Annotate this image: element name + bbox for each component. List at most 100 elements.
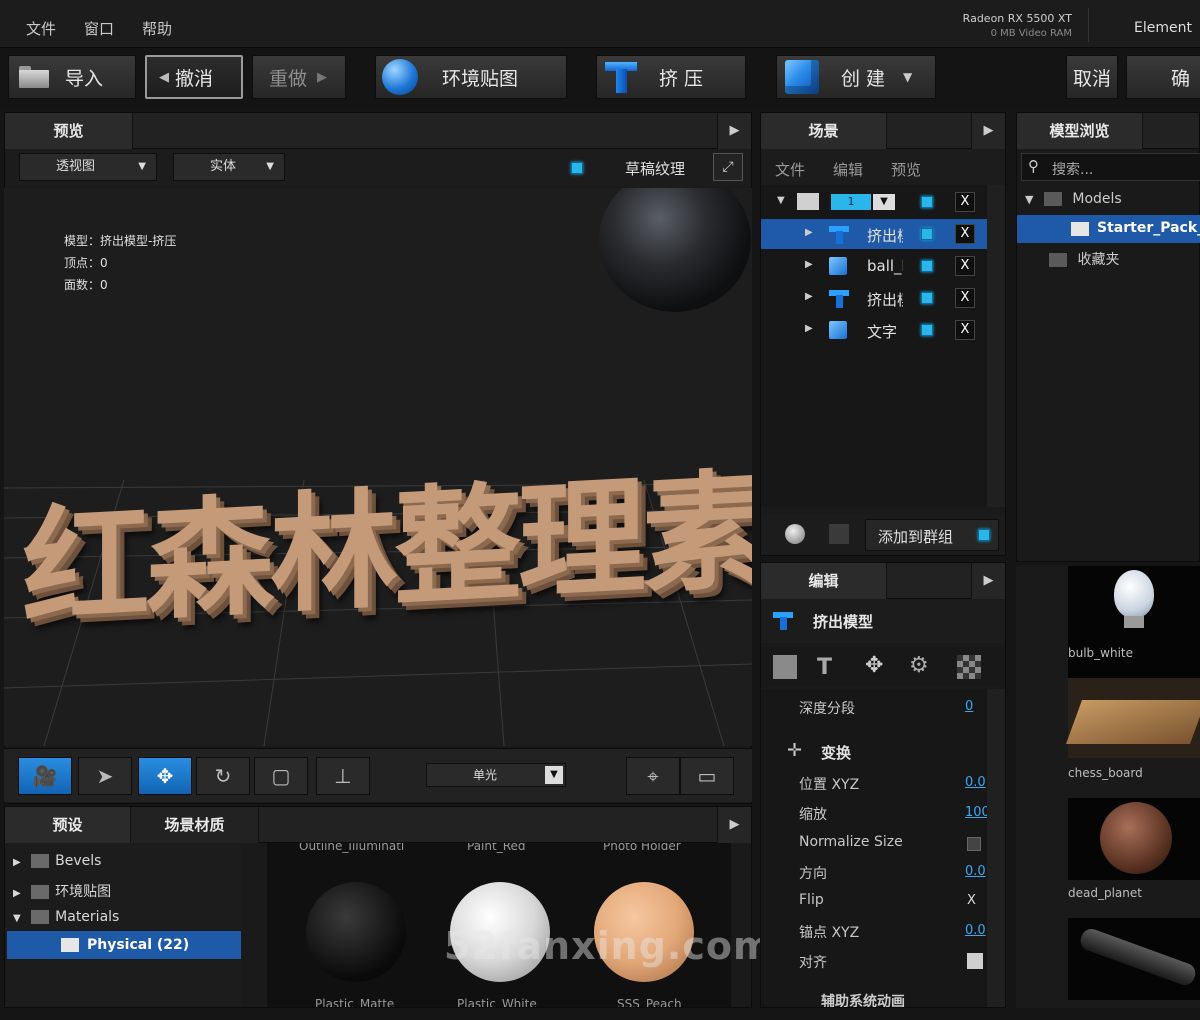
delete-button[interactable]: X [955, 288, 975, 308]
prop-transform-header[interactable]: ✛ 变换 [761, 737, 987, 766]
prop-flip[interactable]: Flip X [761, 887, 987, 916]
menu-help[interactable]: 帮助 [142, 18, 172, 39]
monitor-icon[interactable]: ▭ [680, 757, 734, 795]
model-thumb-chess[interactable] [1065, 678, 1200, 758]
expand-triangle-icon: ▶ [805, 291, 813, 302]
scene-menu-file[interactable]: 文件 [775, 159, 805, 180]
menu-window[interactable]: 窗口 [84, 18, 114, 39]
folder-icon [1043, 192, 1062, 206]
prop-anchor[interactable]: 锚点 XYZ 0.0 [761, 917, 987, 946]
cube-gray-icon[interactable] [829, 524, 849, 544]
axis-icon[interactable]: ⊥ [316, 757, 370, 795]
gears-icon[interactable]: ⚙ [909, 653, 929, 678]
tree-item-env-maps[interactable]: ▶ 环境贴图 [13, 881, 111, 901]
cancel-button[interactable]: 取消 [1066, 55, 1118, 99]
scene-item-row[interactable]: ▶ ball_blue X [761, 251, 987, 281]
model-thumb-flashlight[interactable] [1068, 918, 1200, 1000]
prop-section-helper[interactable]: 辅助系统动画 [761, 989, 987, 1007]
caret-down-icon[interactable]: ▼ [873, 194, 895, 210]
delete-button[interactable]: X [955, 224, 975, 244]
camera-icon[interactable]: 🎥 [18, 757, 72, 795]
scene-group-row[interactable]: ▼ 1 ▼ X [761, 187, 987, 217]
tree-item-bevels[interactable]: ▶ Bevels [13, 853, 101, 869]
material-label: Plastic_White [457, 997, 537, 1007]
tab-model-browser[interactable]: 模型浏览 [1017, 113, 1143, 149]
draft-texture-checkbox[interactable] [571, 162, 583, 174]
create-label: 创 建 [841, 67, 886, 90]
sphere-icon[interactable] [785, 524, 805, 544]
panel-expand-arrow-icon[interactable]: ▶ [717, 113, 751, 149]
view-mode-dropdown[interactable]: 透视图 ▼ [19, 153, 157, 181]
tree-item-starter-pack[interactable]: Starter_Pack_ [1017, 215, 1200, 243]
3d-viewport[interactable]: 模型：挤出模型-挤压 顶点：0 面数：0 红森林整理素 [4, 188, 752, 746]
delete-button[interactable]: X [955, 192, 975, 212]
undo-button[interactable]: ◀ 撤消 [145, 55, 243, 99]
delete-button[interactable]: X [955, 320, 975, 340]
move-icon[interactable]: ✥ [138, 757, 192, 795]
align-swatch[interactable] [967, 953, 983, 969]
prop-position[interactable]: 位置 XYZ 0.0 [761, 769, 987, 798]
prop-orientation[interactable]: 方向 0.0 [761, 858, 987, 887]
tab-presets[interactable]: 预设 [5, 807, 131, 843]
tree-item-physical[interactable]: Physical (22) [7, 931, 241, 959]
select-arrow-icon[interactable]: ➤ [78, 757, 132, 795]
group-number[interactable]: 1 [831, 194, 871, 210]
edit-title: 挤出模型 [813, 613, 874, 631]
create-button[interactable]: 创 建 ▼ [776, 55, 936, 99]
prop-depth-segments[interactable]: 深度分段 0 [761, 693, 987, 722]
extrude-button[interactable]: 挤 压 [596, 55, 746, 99]
normalize-checkbox[interactable] [967, 837, 981, 851]
visibility-checkbox[interactable] [921, 324, 933, 336]
panel-expand-arrow-icon[interactable]: ▶ [971, 113, 1005, 149]
confirm-button[interactable]: 确 [1126, 55, 1200, 99]
redo-button[interactable]: 重做 ▶ [252, 55, 346, 99]
rotate-icon[interactable]: ↻ [196, 757, 250, 795]
visibility-checkbox[interactable] [921, 196, 933, 208]
scene-scrollbar[interactable] [987, 185, 1005, 507]
panel-expand-arrow-icon[interactable]: ▶ [971, 563, 1005, 599]
group-checkbox[interactable] [978, 529, 990, 541]
import-button[interactable]: 导入 [8, 55, 136, 99]
delete-button[interactable]: X [955, 256, 975, 276]
preset-tree: ▶ Bevels ▶ 环境贴图 ▼ Materials Physical (22… [5, 843, 241, 1007]
visibility-checkbox[interactable] [921, 260, 933, 272]
panel-expand-arrow-icon[interactable]: ▶ [717, 807, 751, 843]
model-thumb-planet[interactable] [1068, 798, 1200, 880]
scene-menu-preview[interactable]: 预览 [891, 159, 921, 180]
scene-item-row[interactable]: ▶ 挤出模型 X [761, 283, 987, 313]
tab-edit[interactable]: 编辑 [761, 563, 887, 599]
scene-item-row[interactable]: ▶ 挤出模型 X [761, 219, 987, 249]
shading-dropdown[interactable]: 实体 ▼ [173, 153, 285, 181]
scale-icon[interactable]: ▢ [254, 757, 308, 795]
env-map-button[interactable]: 环境贴图 [375, 55, 567, 99]
prop-align[interactable]: 对齐 [761, 947, 987, 976]
tree-item-favorites[interactable]: 收藏夹 [1049, 249, 1119, 269]
tab-scene-materials[interactable]: 场景材质 [131, 807, 259, 843]
model-thumb-bulb[interactable] [1068, 566, 1200, 678]
tab-preview[interactable]: 预览 [5, 113, 133, 149]
visibility-checkbox[interactable] [921, 228, 933, 240]
t-gray-icon[interactable]: T [817, 655, 832, 680]
light-mode-dropdown[interactable]: 单光 ▼ [426, 763, 566, 787]
extruded-text-model[interactable]: 红森林整理素 [22, 427, 752, 651]
prop-normalize-size[interactable]: Normalize Size [761, 829, 987, 858]
bevel-icon[interactable] [773, 655, 797, 679]
menu-file[interactable]: 文件 [26, 18, 56, 39]
scene-menu-edit[interactable]: 编辑 [833, 159, 863, 180]
checker-icon[interactable] [957, 655, 981, 679]
tree-item-materials[interactable]: ▼ Materials [13, 909, 119, 925]
add-to-group-button[interactable]: 添加到群组 [865, 519, 999, 551]
material-swatch-matte[interactable] [306, 882, 406, 982]
maximize-icon[interactable]: ⤢ [713, 153, 743, 181]
visibility-checkbox[interactable] [921, 292, 933, 304]
crosshair-icon[interactable]: ⌖ [626, 757, 680, 795]
move-icon[interactable]: ✥ [865, 653, 883, 678]
tab-scene[interactable]: 场景 [761, 113, 887, 149]
property-scrollbar[interactable] [987, 689, 1005, 1007]
tree-item-models[interactable]: ▼ Models [1025, 191, 1122, 207]
light-mode-value: 单光 [473, 768, 498, 782]
prop-scale[interactable]: 缩放 100 [761, 799, 987, 828]
caret-down-icon: ▼ [138, 161, 146, 172]
model-search-input[interactable]: ⚲ 搜索... [1021, 153, 1200, 181]
scene-item-row[interactable]: ▶ 文字 X [761, 315, 987, 345]
